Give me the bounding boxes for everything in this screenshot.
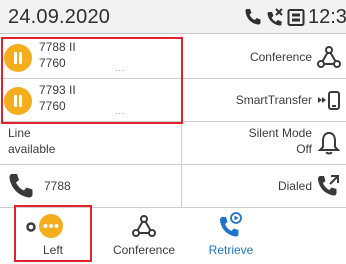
call-extension: 7760: [39, 56, 66, 70]
speed-dial-key[interactable]: 7788: [0, 165, 182, 208]
handset-icon: [6, 171, 36, 206]
voicemail-icon: [287, 7, 305, 32]
missed-call-icon: [265, 7, 285, 32]
call-number: 7788 II: [39, 40, 76, 54]
conference-softkey-label: Conference: [112, 243, 176, 257]
left-softkey-label: Left: [42, 243, 63, 257]
retrieve-softkey-label: Retrieve: [208, 243, 254, 257]
date-display: 24.09.2020: [8, 6, 111, 28]
retrieve-icon: [217, 211, 245, 244]
function-key-grid: 7788 II 7760 ... Conference 7793 II 7760…: [0, 36, 346, 210]
smart-transfer-key[interactable]: SmartTransfer: [182, 79, 346, 122]
more-indicator: ...: [115, 106, 126, 116]
conference-softkey[interactable]: Conference: [104, 210, 184, 264]
dialed-calls-icon: [316, 173, 342, 199]
silent-mode-state: Off: [296, 142, 312, 156]
line-status-key[interactable]: Line available: [0, 122, 182, 165]
conference-icon: [316, 44, 342, 70]
navigation-dot-icon: [25, 220, 37, 238]
silent-mode-key[interactable]: Silent Mode Off: [182, 122, 346, 165]
dialed-key[interactable]: Dialed: [182, 165, 346, 208]
smart-transfer-icon: [316, 87, 342, 113]
hold-icon: [4, 44, 32, 72]
left-softkey[interactable]: Left: [14, 210, 92, 264]
held-call-1[interactable]: 7788 II 7760 ...: [0, 36, 182, 79]
line-label: Line: [8, 126, 31, 140]
bell-icon: [316, 130, 342, 156]
more-options-icon: [38, 213, 64, 244]
conference-icon: [131, 213, 157, 244]
silent-mode-label: Silent Mode: [248, 126, 312, 140]
clock: 12:38: [308, 6, 346, 28]
retrieve-softkey[interactable]: Retrieve: [196, 210, 266, 264]
held-call-2[interactable]: 7793 II 7760 ...: [0, 79, 182, 122]
phone-icon: [243, 7, 263, 32]
call-extension: 7760: [39, 99, 66, 113]
call-number: 7793 II: [39, 83, 76, 97]
line-availability: available: [8, 142, 56, 156]
hold-icon: [4, 87, 32, 115]
conference-key[interactable]: Conference: [182, 36, 346, 79]
conference-label: Conference: [249, 50, 312, 64]
more-indicator: ...: [115, 63, 126, 73]
speed-dial-number: 7788: [44, 179, 71, 193]
status-bar: 24.09.2020 12:38: [0, 0, 346, 34]
dialed-label: Dialed: [277, 179, 312, 193]
smart-transfer-label: SmartTransfer: [235, 93, 312, 107]
softkey-bar: Left Conference Retrieve: [0, 210, 346, 264]
